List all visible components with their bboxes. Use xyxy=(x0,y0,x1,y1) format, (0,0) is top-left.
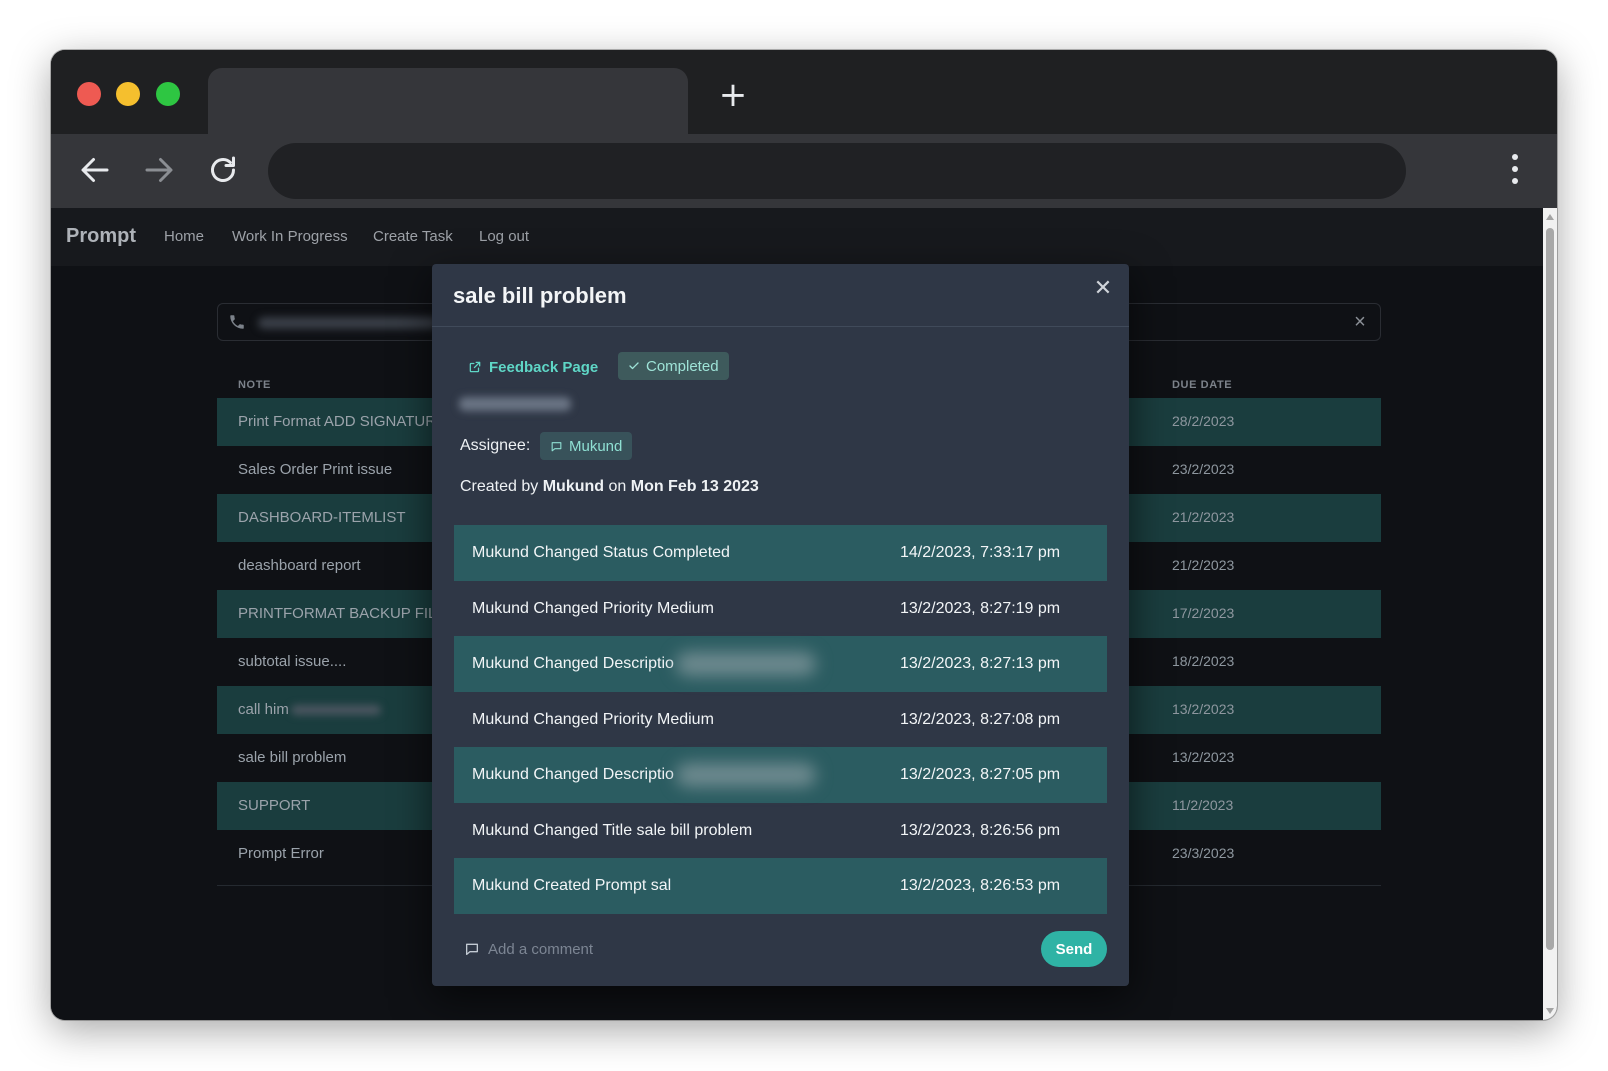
redacted-phone-number xyxy=(459,397,571,411)
browser-toolbar xyxy=(51,134,1557,208)
activity-time: 13/2/2023, 8:26:56 pm xyxy=(900,821,1061,839)
send-button[interactable]: Send xyxy=(1041,931,1107,967)
activity-time: 13/2/2023, 8:27:19 pm xyxy=(900,599,1061,617)
creator-name: Mukund xyxy=(542,478,605,495)
arrow-left-icon xyxy=(81,158,109,182)
activity-text: Mukund Created Prompt sal xyxy=(472,877,672,894)
activity-text: Mukund Changed Descriptio xyxy=(472,655,674,672)
row-due-date: 21/2/2023 xyxy=(1172,509,1235,525)
row-note: subtotal issue.... xyxy=(238,653,347,670)
activity-text: Mukund Changed Status Completed xyxy=(472,544,730,561)
activity-item: Mukund Changed Descriptio 13/2/2023, 8:27… xyxy=(454,636,1107,692)
row-due-date: 23/3/2023 xyxy=(1172,845,1235,861)
page-scrollbar[interactable] xyxy=(1543,208,1557,1020)
chat-bubble-icon xyxy=(551,441,562,451)
column-header-due-date: DUE DATE xyxy=(1172,379,1233,391)
status-label: Completed xyxy=(646,357,719,375)
maximize-window-button[interactable] xyxy=(156,82,180,106)
row-due-date: 11/2/2023 xyxy=(1172,797,1234,813)
row-note: SUPPORT xyxy=(238,797,311,814)
app-navbar: Prompt Home Work In Progress Create Task… xyxy=(51,208,1543,266)
row-note: sale bill problem xyxy=(238,749,347,766)
activity-time: 13/2/2023, 8:27:13 pm xyxy=(900,655,1061,672)
close-icon[interactable]: ✕ xyxy=(1091,276,1115,300)
task-detail-modal: sale bill problem ✕ Feedback Page Comple… xyxy=(432,264,1129,986)
back-button[interactable] xyxy=(77,152,113,188)
row-note: Print Format ADD SIGNATURE xyxy=(238,413,447,430)
row-due-date: 21/2/2023 xyxy=(1172,557,1235,573)
assignee-chip[interactable]: Mukund xyxy=(540,432,633,460)
row-note: Prompt Error xyxy=(238,845,324,862)
page-viewport: Prompt Home Work In Progress Create Task… xyxy=(51,208,1543,1020)
row-due-date: 18/2/2023 xyxy=(1172,653,1235,669)
title-bar: + xyxy=(51,50,1557,134)
row-note: DASHBOARD-ITEMLIST xyxy=(238,509,406,526)
row-note: Sales Order Print issue xyxy=(238,461,393,478)
nav-home[interactable]: Home xyxy=(164,228,204,245)
new-tab-button[interactable]: + xyxy=(716,78,750,112)
reload-icon xyxy=(211,156,235,182)
close-icon[interactable]: × xyxy=(1350,312,1370,332)
brand-logo[interactable]: Prompt xyxy=(66,225,136,248)
redacted-description xyxy=(676,652,816,676)
scroll-down-arrow[interactable] xyxy=(1546,1008,1554,1014)
scroll-thumb[interactable] xyxy=(1546,228,1554,950)
modal-divider xyxy=(432,326,1129,327)
feedback-link-label: Feedback Page xyxy=(489,358,599,376)
created-date: Mon Feb 13 2023 xyxy=(630,478,759,495)
activity-time: 13/2/2023, 8:27:08 pm xyxy=(900,710,1061,728)
reload-button[interactable] xyxy=(205,152,241,188)
feedback-page-link[interactable]: Feedback Page xyxy=(468,357,598,377)
activity-text: Mukund Changed Title sale bill problem xyxy=(472,821,753,839)
activity-text: Mukund Changed Priority Medium xyxy=(472,710,714,728)
assignee-name: Mukund xyxy=(569,437,623,455)
phone-icon xyxy=(230,315,244,329)
close-window-button[interactable] xyxy=(77,82,101,106)
scroll-up-arrow[interactable] xyxy=(1546,214,1554,220)
activity-item: Mukund Changed Priority Medium 13/2/2023,… xyxy=(454,581,1107,637)
redacted-description xyxy=(676,763,816,787)
row-note: call him xyxy=(238,701,381,718)
activity-item: Mukund Changed Status Completed 14/2/2023… xyxy=(454,525,1107,581)
modal-title: sale bill problem xyxy=(453,283,627,308)
browser-window: + Prompt Home Work In Progress Create Ta… xyxy=(51,50,1557,1020)
address-bar[interactable] xyxy=(268,143,1406,199)
minimize-window-button[interactable] xyxy=(116,82,140,106)
activity-time: 13/2/2023, 8:27:05 pm xyxy=(900,766,1061,783)
activity-item: Mukund Changed Priority Medium 13/2/2023,… xyxy=(454,692,1107,748)
nav-create-task[interactable]: Create Task xyxy=(373,228,453,245)
row-due-date: 13/2/2023 xyxy=(1172,701,1235,717)
activity-item: Mukund Changed Descriptio 13/2/2023, 8:27… xyxy=(454,747,1107,803)
comment-input[interactable] xyxy=(488,934,968,964)
activity-time: 14/2/2023, 7:33:17 pm xyxy=(900,544,1061,561)
redacted-search-value xyxy=(258,317,438,329)
arrow-right-icon xyxy=(145,158,173,182)
assignee-label: Assignee: xyxy=(460,437,531,454)
created-by-line: Created by Mukund on Mon Feb 13 2023 xyxy=(460,478,759,495)
row-due-date: 13/2/2023 xyxy=(1172,749,1235,765)
row-due-date: 28/2/2023 xyxy=(1172,413,1235,429)
activity-log: Mukund Changed Status Completed 14/2/2023… xyxy=(454,525,1107,914)
nav-log-out[interactable]: Log out xyxy=(479,228,529,245)
row-due-date: 23/2/2023 xyxy=(1172,461,1235,477)
activity-item: Mukund Created Prompt sal 13/2/2023, 8:26… xyxy=(454,858,1107,914)
row-note: deashboard report xyxy=(238,557,361,574)
activity-time: 13/2/2023, 8:26:53 pm xyxy=(900,877,1061,894)
chat-bubble-icon xyxy=(466,943,478,955)
row-note: PRINTFORMAT BACKUP FILE xyxy=(238,605,447,622)
activity-text: Mukund Changed Priority Medium xyxy=(472,599,714,617)
external-link-icon xyxy=(469,361,481,373)
forward-button[interactable] xyxy=(141,152,177,188)
activity-text: Mukund Changed Descriptio xyxy=(472,766,674,783)
status-badge: Completed xyxy=(618,352,729,380)
row-due-date: 17/2/2023 xyxy=(1172,605,1235,621)
column-header-note: NOTE xyxy=(238,379,271,391)
browser-tab[interactable] xyxy=(208,68,688,134)
check-icon xyxy=(629,362,639,370)
activity-item: Mukund Changed Title sale bill problem 13… xyxy=(454,803,1107,859)
redacted-phone-number xyxy=(290,705,381,716)
nav-work-in-progress[interactable]: Work In Progress xyxy=(232,228,348,245)
vertical-dots-icon[interactable] xyxy=(1509,154,1521,188)
